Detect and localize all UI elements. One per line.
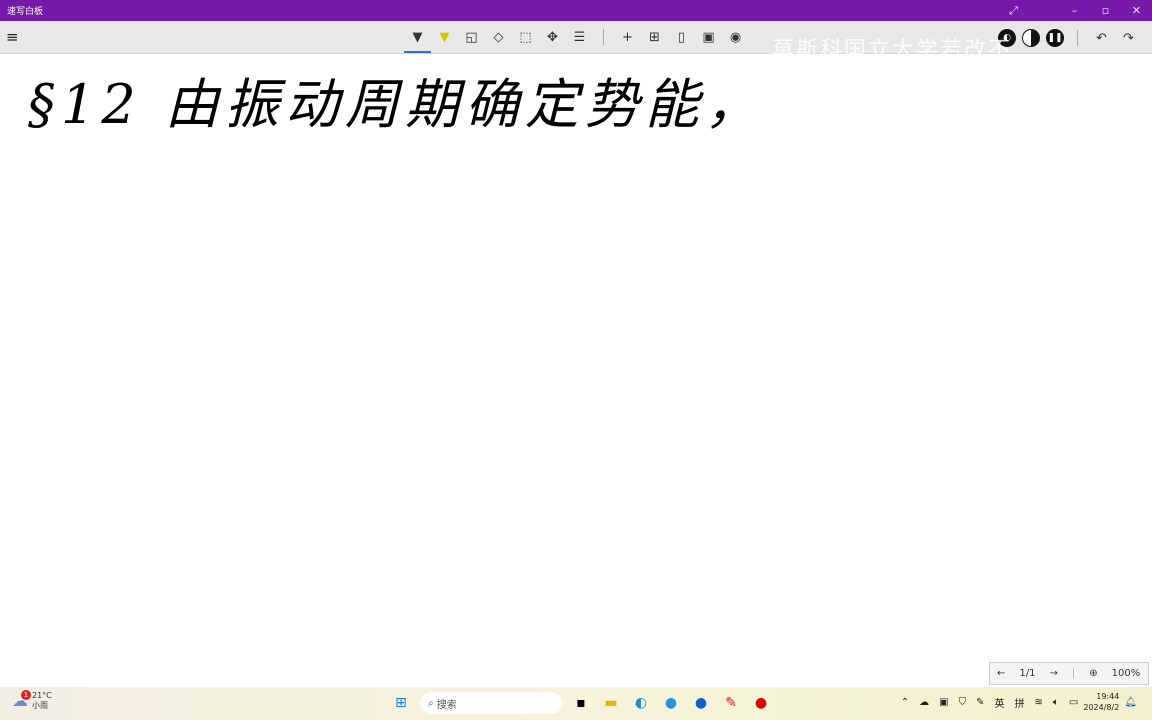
grid-icon[interactable]: ⊞ <box>641 25 668 49</box>
task-view-icon[interactable]: ▪ <box>566 691 596 715</box>
close-button[interactable]: ✕ <box>1121 4 1152 17</box>
shapes-tool-icon[interactable]: ◱ <box>458 25 485 49</box>
pen-icon[interactable]: ✎ <box>976 697 984 708</box>
file-explorer-icon[interactable]: ▬ <box>596 691 626 715</box>
taskbar: ☁ 1 21°C 小雨 ⊞ ⌕ 搜索 ▪ ▬ ◐ ● ● ✎ ● ⌃ ☁ ▣ ⛉… <box>0 687 1152 720</box>
weather-desc: 小雨 <box>32 701 48 710</box>
wifi-icon[interactable]: ≋ <box>1035 697 1043 708</box>
redo-icon[interactable]: ↷ <box>1115 26 1142 50</box>
handwritten-text: §12 由振动周期确定势能， <box>28 73 765 136</box>
export-icon[interactable]: ◉ <box>722 25 749 49</box>
zoom-in-icon[interactable]: ⊕ <box>1082 668 1104 679</box>
battery-icon[interactable]: ▭ <box>1069 697 1078 708</box>
move-tool-icon[interactable]: ✥ <box>539 25 566 49</box>
weather-widget[interactable]: ☁ 1 21°C 小雨 <box>12 690 52 711</box>
record-icon[interactable]: ● <box>746 691 776 715</box>
ime-mode[interactable]: 拼 <box>1015 695 1025 710</box>
add-icon[interactable]: + <box>614 25 641 49</box>
maximize-button[interactable]: ▫ <box>1090 4 1121 17</box>
divider <box>603 29 604 45</box>
chevron-up-icon[interactable]: ⌃ <box>901 697 909 708</box>
next-page-icon[interactable]: → <box>1042 668 1064 679</box>
pen-tool-icon[interactable]: ▼ <box>404 25 431 53</box>
title-bar: 速写白板 ⤢ – ▫ ✕ <box>0 0 1152 21</box>
zoom-level: 100% <box>1111 668 1141 679</box>
prev-page-icon[interactable]: ← <box>990 668 1012 679</box>
divider: | <box>1071 668 1076 679</box>
time: 19:44 <box>1096 692 1120 701</box>
search-box[interactable]: ⌕ 搜索 <box>420 692 562 714</box>
app-icon[interactable]: ● <box>686 691 716 715</box>
date: 2024/8/2 <box>1083 703 1120 712</box>
browser-icon[interactable]: ● <box>656 691 686 715</box>
windows-start-icon[interactable]: ⊞ <box>386 691 416 715</box>
search-placeholder: 搜索 <box>436 699 457 711</box>
select-tool-icon[interactable]: ⬚ <box>512 25 539 49</box>
divider <box>1077 30 1078 46</box>
undo-icon[interactable]: ↶ <box>1088 26 1115 50</box>
pause-icon[interactable]: ❚❚ <box>1046 29 1064 47</box>
edge-icon[interactable]: ◐ <box>626 691 656 715</box>
hamburger-menu-icon[interactable]: ≡ <box>6 30 20 45</box>
window-title: 速写白板 <box>7 7 44 17</box>
search-icon: ⌕ <box>428 697 437 709</box>
zoom-out-icon[interactable]: ⊖ <box>1147 668 1152 679</box>
shield-icon[interactable]: ⛉ <box>959 697 967 708</box>
notification-bell-icon[interactable]: 🔔︎ <box>1124 697 1137 708</box>
whiteboard-app-icon[interactable]: ✎ <box>716 691 746 715</box>
highlighter-tool-icon[interactable]: ▼ <box>431 25 458 49</box>
page-icon[interactable]: ▯ <box>668 25 695 49</box>
page-indicator: 1/1 <box>1019 668 1036 679</box>
watermark: 莫斯科国立大学若改不 <box>772 38 1013 63</box>
eraser-tool-icon[interactable]: ◇ <box>485 25 512 49</box>
tray-app-icon[interactable]: ▣ <box>939 697 948 708</box>
minimize-button[interactable]: – <box>1059 4 1090 17</box>
expand-icon[interactable]: ⤢ <box>998 4 1029 18</box>
notification-badge: 1 <box>21 690 31 700</box>
clock[interactable]: 19:44 2024/8/2 <box>1083 691 1119 713</box>
page-navigator: ← 1/1 → | ⊕ 100% ⊖ <box>989 662 1149 685</box>
temperature: 21°C <box>32 691 52 700</box>
settings-sliders-icon[interactable]: ☰ <box>566 25 593 49</box>
ime-language[interactable]: 英 <box>995 695 1005 710</box>
onedrive-icon[interactable]: ☁ <box>919 697 929 708</box>
save-icon[interactable]: ▣ <box>695 25 722 49</box>
contrast-icon[interactable] <box>1022 29 1040 47</box>
volume-icon[interactable]: 🔈︎ <box>1053 697 1059 708</box>
